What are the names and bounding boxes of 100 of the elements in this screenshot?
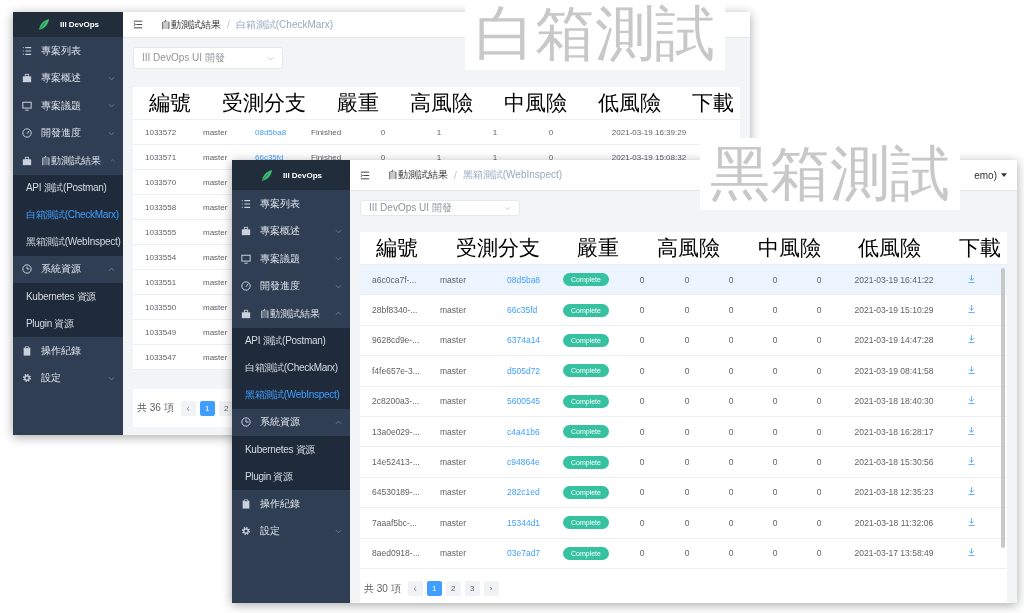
clock-icon xyxy=(241,417,251,428)
breadcrumb-item[interactable]: 自動測試結果 xyxy=(161,17,221,32)
table-cell: 0 xyxy=(639,457,645,468)
table-cell: 1033554 xyxy=(145,252,177,262)
menu-icon[interactable] xyxy=(360,170,370,180)
menu-icon[interactable] xyxy=(133,20,143,29)
table-cell: 0 xyxy=(728,426,734,437)
download-icon[interactable] xyxy=(967,426,975,435)
list-icon xyxy=(22,45,32,56)
breadcrumb-item[interactable]: 自動測試結果 xyxy=(388,168,448,182)
table-cell: 0 xyxy=(548,127,554,137)
table-cell: 2021-03-19 15:10:29 xyxy=(854,305,934,316)
submenu-item[interactable]: 黑箱測試(WebInspect) xyxy=(232,381,350,409)
table-cell: 1 xyxy=(436,152,442,162)
caret-icon xyxy=(1001,173,1007,177)
table-cell: 0 xyxy=(639,517,645,528)
table-cell: 0 xyxy=(684,335,690,346)
status-text: Finished xyxy=(311,152,342,162)
submenu-item[interactable]: 白箱測試(CheckMarx) xyxy=(232,354,350,382)
menu-item[interactable]: 系統資源 xyxy=(13,255,123,283)
briefcase-icon xyxy=(22,155,32,166)
table-cell: 0 xyxy=(816,274,822,285)
table-cell: 1033571 xyxy=(145,152,177,162)
table-cell: 0 xyxy=(728,457,734,468)
page-button[interactable]: › xyxy=(483,581,499,597)
table-cell: 9628cd9e-... xyxy=(372,335,420,346)
table-cell: 0 xyxy=(728,274,734,285)
gauge-icon xyxy=(241,281,251,292)
list-icon xyxy=(241,198,251,209)
table-cell: master xyxy=(203,127,228,137)
submenu-item[interactable]: 黑箱測試(WebInspect) xyxy=(13,228,123,256)
submenu-item[interactable]: API 測試(Postman) xyxy=(232,327,350,355)
table-cell: 0 xyxy=(728,335,734,346)
menu-item[interactable]: 專案議題 xyxy=(13,92,123,120)
table-cell: 0 xyxy=(816,457,822,468)
table-cell: 0 xyxy=(380,152,386,162)
menu-item[interactable]: 自動測試結果 xyxy=(13,147,123,175)
chevron-icon xyxy=(504,205,511,211)
table-cell: 0 xyxy=(772,548,778,559)
status-text: Finished xyxy=(311,127,342,137)
column-header: 高風險 xyxy=(656,235,720,261)
column-header: 中風險 xyxy=(504,90,567,116)
menu-item[interactable]: 系統資源 xyxy=(232,408,350,436)
table-cell: 0 xyxy=(772,517,778,528)
submenu-item[interactable]: API 測試(Postman) xyxy=(13,174,123,202)
table-cell: master xyxy=(203,302,228,312)
menu-item[interactable]: 設定 xyxy=(232,517,350,545)
menu-item[interactable]: 設定 xyxy=(13,364,123,392)
table-cell: master xyxy=(440,426,466,437)
menu-item[interactable]: 專案列表 xyxy=(232,190,350,218)
menu-item[interactable]: 操作紀錄 xyxy=(13,337,123,365)
column-header: 下載 xyxy=(692,90,734,116)
submenu-item[interactable]: Kubernetes 資源 xyxy=(232,436,350,463)
download-icon[interactable] xyxy=(967,457,975,466)
column-header: 受測分支 xyxy=(455,235,540,261)
gear-icon xyxy=(22,373,32,384)
submenu-item[interactable]: Plugin 資源 xyxy=(13,310,123,337)
download-icon[interactable] xyxy=(967,548,975,557)
table-cell: 0 xyxy=(639,274,645,285)
table-cell: 14e52413-... xyxy=(372,457,420,468)
table-cell: 0 xyxy=(684,517,690,528)
table-cell: 0 xyxy=(816,426,822,437)
download-icon[interactable] xyxy=(967,365,975,374)
table-cell: 0 xyxy=(816,335,822,346)
table-cell: 0 xyxy=(728,517,734,528)
download-icon[interactable] xyxy=(967,274,975,283)
table-cell: 2021-03-19 15:08:32 xyxy=(611,152,687,162)
column-header: 嚴重 xyxy=(577,235,620,261)
submenu-item[interactable]: 白箱測試(CheckMarx) xyxy=(13,201,123,229)
submenu-item[interactable]: Plugin 資源 xyxy=(232,463,350,490)
briefcase-icon xyxy=(22,73,32,84)
table-cell: 13a0e029-... xyxy=(372,426,420,437)
table-cell: 2021-03-19 16:41:22 xyxy=(854,274,934,285)
download-icon[interactable] xyxy=(967,335,975,344)
page-button[interactable]: 3 xyxy=(464,581,480,597)
table-cell: master xyxy=(203,227,228,237)
scrollbar[interactable] xyxy=(1001,268,1005,548)
user-menu[interactable]: emo) xyxy=(974,169,1007,181)
table-cell: 1 xyxy=(492,127,498,137)
menu-item[interactable]: 自動測試結果 xyxy=(232,300,350,328)
menu-item[interactable]: 專案列表 xyxy=(13,37,123,65)
menu-item[interactable]: 專案議題 xyxy=(232,245,350,273)
menu-item[interactable]: 專案概述 xyxy=(232,217,350,245)
page-button[interactable]: 2 xyxy=(445,581,461,597)
download-icon[interactable] xyxy=(967,305,975,314)
table-cell: 0 xyxy=(684,274,690,285)
download-icon[interactable] xyxy=(967,517,975,526)
download-icon[interactable] xyxy=(967,487,975,496)
menu-item[interactable]: 開發進度 xyxy=(232,272,350,300)
table-cell: 2021-03-18 15:30:56 xyxy=(854,457,934,468)
table-cell: 0 xyxy=(772,396,778,407)
total-count: 共 36 項 xyxy=(137,401,174,415)
menu-item[interactable]: 開發進度 xyxy=(13,119,123,147)
submenu-item[interactable]: Kubernetes 資源 xyxy=(13,283,123,310)
download-icon[interactable] xyxy=(967,396,975,405)
leaf-logo-icon xyxy=(259,168,273,182)
breadcrumb-item: 白箱測試(CheckMarx) xyxy=(235,17,333,32)
menu-item[interactable]: 操作紀錄 xyxy=(232,490,350,518)
menu-item[interactable]: 專案概述 xyxy=(13,64,123,92)
column-header: 低風險 xyxy=(858,235,922,261)
